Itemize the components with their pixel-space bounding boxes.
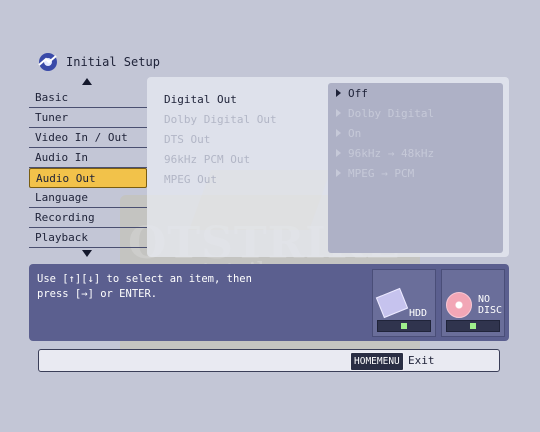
help-panel: Use [↑][↓] to select an item, then press… — [29, 264, 509, 341]
sidebar-item-label: Tuner — [35, 111, 69, 124]
value-text: Dolby Digital — [348, 106, 435, 120]
sidebar-item-recording[interactable]: Recording — [29, 208, 147, 228]
hdd-led-icon — [401, 323, 407, 329]
triangle-right-icon — [336, 109, 341, 117]
triangle-right-icon — [336, 89, 341, 97]
triangle-right-icon — [336, 129, 341, 137]
value-mpeg-out[interactable]: MPEG → PCM — [328, 163, 503, 183]
hdd-label: HDD — [409, 308, 428, 319]
disc-icon — [446, 292, 472, 318]
scroll-up-arrow-icon[interactable] — [82, 78, 92, 85]
setup-gear-icon — [38, 53, 57, 71]
option-96khz-pcm-out[interactable]: 96kHz PCM Out — [164, 150, 277, 170]
disc-status: NO DISC — [441, 269, 505, 337]
disc-indicator — [446, 320, 500, 332]
hdd-status: HDD — [372, 269, 436, 337]
sidebar-item-language[interactable]: Language — [29, 188, 147, 208]
triangle-right-icon — [336, 169, 341, 177]
value-text: MPEG → PCM — [348, 166, 415, 180]
homemenu-button[interactable]: HOMEMENU — [350, 352, 404, 371]
sidebar-item-label: Language — [35, 191, 88, 204]
triangle-right-icon — [336, 149, 341, 157]
value-dolby-digital-out[interactable]: Dolby Digital — [328, 103, 503, 123]
scroll-down-arrow-icon[interactable] — [82, 250, 92, 257]
option-digital-out[interactable]: Digital Out — [164, 90, 277, 110]
help-text: Use [↑][↓] to select an item, then press… — [37, 273, 252, 300]
sidebar-item-playback[interactable]: Playback — [29, 228, 147, 248]
page-title-text: Initial Setup — [66, 55, 160, 69]
value-dts-out[interactable]: On — [328, 123, 503, 143]
value-text: Off — [348, 86, 368, 100]
hdd-indicator — [377, 320, 431, 332]
option-dts-out[interactable]: DTS Out — [164, 130, 277, 150]
option-dolby-digital-out[interactable]: Dolby Digital Out — [164, 110, 277, 130]
sidebar-item-audio-in[interactable]: Audio In — [29, 148, 147, 168]
sidebar-item-label: Basic — [35, 91, 69, 104]
sidebar-item-label: Recording — [35, 211, 95, 224]
value-list: Off Dolby Digital On 96kHz → 48kHz MPEG … — [328, 83, 503, 253]
sidebar-menu: Basic Tuner Video In / Out Audio In Audi… — [29, 88, 147, 248]
sidebar-item-label: Audio In — [35, 151, 88, 164]
value-text: 96kHz → 48kHz — [348, 146, 435, 160]
sidebar-item-video-in-out[interactable]: Video In / Out — [29, 128, 147, 148]
option-mpeg-out[interactable]: MPEG Out — [164, 170, 277, 190]
value-text: On — [348, 126, 362, 140]
sidebar-item-label: Video In / Out — [35, 131, 128, 144]
sidebar-item-label: Playback — [35, 231, 88, 244]
exit-label: Exit — [408, 354, 435, 367]
option-list: Digital Out Dolby Digital Out DTS Out 96… — [164, 90, 277, 190]
sidebar-item-audio-out[interactable]: Audio Out — [29, 168, 147, 188]
disc-led-icon — [470, 323, 476, 329]
page-title: Initial Setup — [36, 50, 160, 74]
value-96khz-pcm-out[interactable]: 96kHz → 48kHz — [328, 143, 503, 163]
hdd-icon — [375, 287, 409, 319]
sidebar-item-basic[interactable]: Basic — [29, 88, 147, 108]
disc-label: NO DISC — [478, 294, 503, 316]
sidebar-item-tuner[interactable]: Tuner — [29, 108, 147, 128]
value-digital-out[interactable]: Off — [328, 83, 503, 103]
sidebar-item-label: Audio Out — [36, 172, 96, 185]
